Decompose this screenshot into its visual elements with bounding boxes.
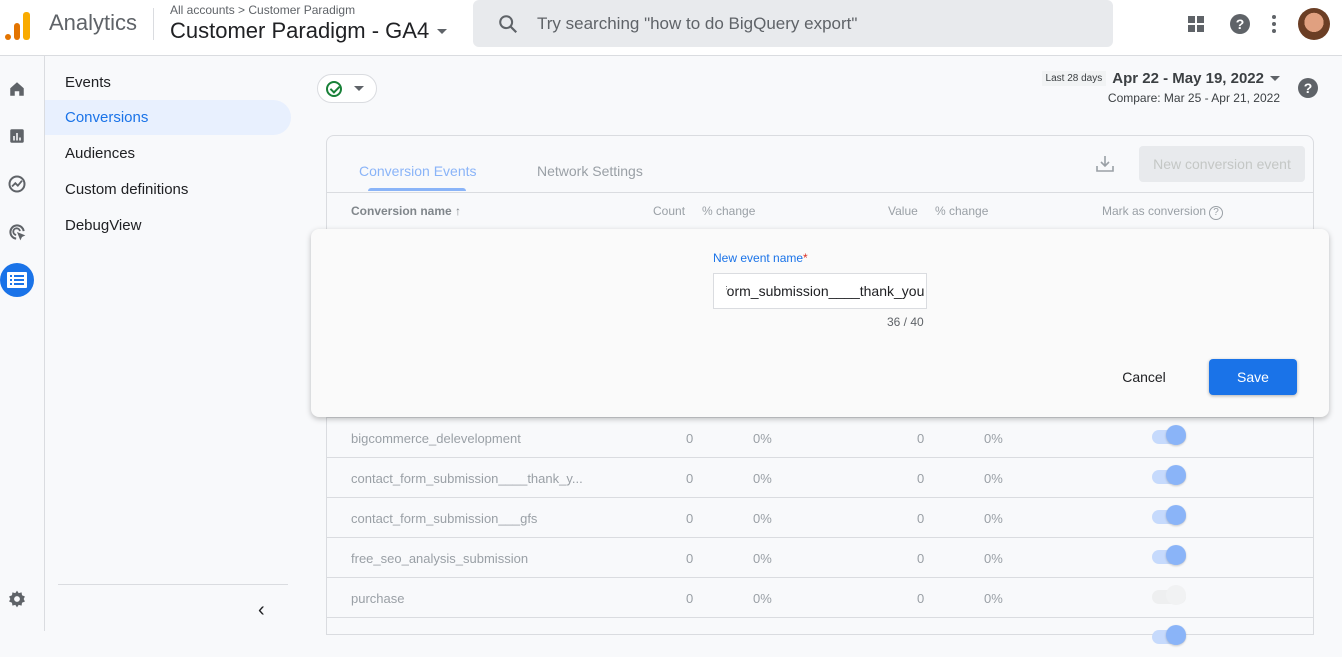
compare-range: Compare: Mar 25 - Apr 21, 2022: [1107, 91, 1280, 105]
tab-network-settings[interactable]: Network Settings: [537, 163, 643, 179]
active-tab-indicator: [368, 188, 466, 191]
mark-as-conversion-toggle[interactable]: [1152, 585, 1186, 605]
conversion-name: contact_form_submission____thank_y...: [351, 471, 583, 486]
table-row: [327, 617, 1313, 657]
value-change: 0%: [984, 471, 1003, 486]
new-event-name-input[interactable]: [714, 274, 926, 308]
field-label: New event name*: [713, 251, 808, 265]
table-row: contact_form_submission___gfs 0 0% 0 0%: [327, 497, 1313, 537]
apps-grid-icon[interactable]: [1188, 16, 1204, 32]
count-change: 0%: [753, 431, 772, 446]
column-header-count-change[interactable]: % change: [702, 204, 755, 218]
value-change: 0%: [984, 551, 1003, 566]
chevron-down-icon: [1270, 76, 1280, 81]
mark-as-conversion-toggle[interactable]: [1152, 625, 1186, 645]
nav-item-events[interactable]: Events: [45, 65, 291, 100]
count: 0: [686, 591, 694, 606]
count-change: 0%: [753, 591, 772, 606]
tab-bar: Conversion Events Network Settings New c…: [327, 136, 1313, 193]
column-header-count[interactable]: Count: [653, 204, 685, 218]
conversion-name: free_seo_analysis_submission: [351, 551, 529, 566]
mark-as-conversion-toggle[interactable]: [1152, 425, 1186, 445]
reports-icon[interactable]: [0, 119, 34, 153]
collapse-nav-icon[interactable]: ‹: [258, 599, 265, 622]
check-circle-icon: [326, 80, 342, 97]
download-icon[interactable]: [1095, 154, 1115, 174]
column-header-value[interactable]: Value: [888, 204, 918, 218]
value: 0: [917, 591, 925, 606]
conversion-name: contact_form_submission___gfs: [351, 511, 538, 526]
column-header-value-change[interactable]: % change: [935, 204, 988, 218]
status-filter-button[interactable]: [317, 74, 377, 103]
count: 0: [686, 471, 694, 486]
value-change: 0%: [984, 431, 1003, 446]
column-header-mark: Mark as conversion?: [1102, 204, 1224, 220]
mark-as-conversion-toggle[interactable]: [1152, 545, 1186, 565]
mark-as-conversion-toggle[interactable]: [1152, 505, 1186, 525]
conversion-name: purchase: [351, 591, 405, 606]
explore-icon[interactable]: [0, 167, 34, 201]
chevron-down-icon: [437, 28, 448, 34]
count-change: 0%: [753, 551, 772, 566]
value: 0: [917, 511, 925, 526]
value: 0: [917, 551, 925, 566]
count-change: 0%: [753, 471, 772, 486]
admin-subnav: Events Conversions Audiences Custom defi…: [45, 56, 310, 631]
table-row: free_seo_analysis_submission 0 0% 0 0%: [327, 537, 1313, 577]
help-icon[interactable]: ?: [1209, 206, 1224, 220]
cancel-button[interactable]: Cancel: [1109, 360, 1179, 394]
gear-icon[interactable]: [0, 582, 34, 616]
value-change: 0%: [984, 511, 1003, 526]
top-bar: Analytics All accounts > Customer Paradi…: [0, 0, 1342, 56]
avatar[interactable]: [1298, 8, 1330, 40]
help-icon[interactable]: ?: [1230, 14, 1250, 34]
new-conversion-event-button[interactable]: New conversion event: [1139, 146, 1305, 182]
value: 0: [917, 471, 925, 486]
advertising-icon[interactable]: [0, 215, 34, 249]
new-event-name-field[interactable]: [713, 273, 927, 309]
count: 0: [686, 511, 694, 526]
configure-icon[interactable]: [0, 263, 34, 297]
table-header: Conversion name ↑ Count % change Value %…: [327, 193, 1313, 229]
required-mark: *: [803, 251, 808, 265]
search-icon: [499, 14, 518, 33]
conversion-name: bigcommerce_delevelopment: [351, 431, 521, 446]
date-range: Apr 22 - May 19, 2022: [1112, 70, 1264, 87]
home-icon[interactable]: [0, 72, 34, 106]
count: 0: [686, 431, 694, 446]
tab-conversion-events[interactable]: Conversion Events: [359, 163, 477, 179]
count-change: 0%: [753, 511, 772, 526]
search-input[interactable]: [537, 13, 1097, 34]
table-row: bigcommerce_delevelopment 0 0% 0 0%: [327, 417, 1313, 457]
analytics-logo-icon[interactable]: [5, 10, 33, 40]
date-preset-badge: Last 28 days: [1041, 71, 1107, 86]
new-event-dialog: New event name* 36 / 40 Cancel Save: [311, 229, 1329, 417]
count: 0: [686, 551, 694, 566]
table-row: purchase 0 0% 0 0%: [327, 577, 1313, 617]
search-bar[interactable]: [473, 0, 1113, 47]
column-header-name[interactable]: Conversion name ↑: [351, 204, 461, 218]
value: 0: [917, 431, 925, 446]
nav-item-custom-definitions[interactable]: Custom definitions: [45, 172, 291, 207]
sort-ascending-icon: ↑: [455, 204, 462, 218]
value-change: 0%: [984, 591, 1003, 606]
left-rail: [0, 56, 45, 631]
chevron-down-icon: [354, 86, 364, 91]
divider: [58, 584, 288, 585]
mark-as-conversion-toggle[interactable]: [1152, 465, 1186, 485]
table-row: contact_form_submission____thank_y... 0 …: [327, 457, 1313, 497]
help-icon[interactable]: ?: [1298, 78, 1318, 98]
property-name: Customer Paradigm - GA4: [170, 18, 430, 43]
nav-item-debugview[interactable]: DebugView: [45, 208, 291, 243]
save-button[interactable]: Save: [1209, 359, 1297, 395]
nav-item-audiences[interactable]: Audiences: [45, 136, 291, 171]
more-vert-icon[interactable]: [1272, 15, 1276, 33]
date-range-picker[interactable]: Last 28 days Apr 22 - May 19, 2022 Compa…: [1041, 70, 1280, 105]
character-counter: 36 / 40: [887, 315, 924, 329]
nav-item-conversions[interactable]: Conversions: [45, 100, 291, 135]
divider: [153, 8, 154, 40]
breadcrumb[interactable]: All accounts > Customer Paradigm: [170, 3, 355, 17]
property-selector[interactable]: Customer Paradigm - GA4: [170, 18, 448, 44]
app-name: Analytics: [49, 10, 138, 35]
